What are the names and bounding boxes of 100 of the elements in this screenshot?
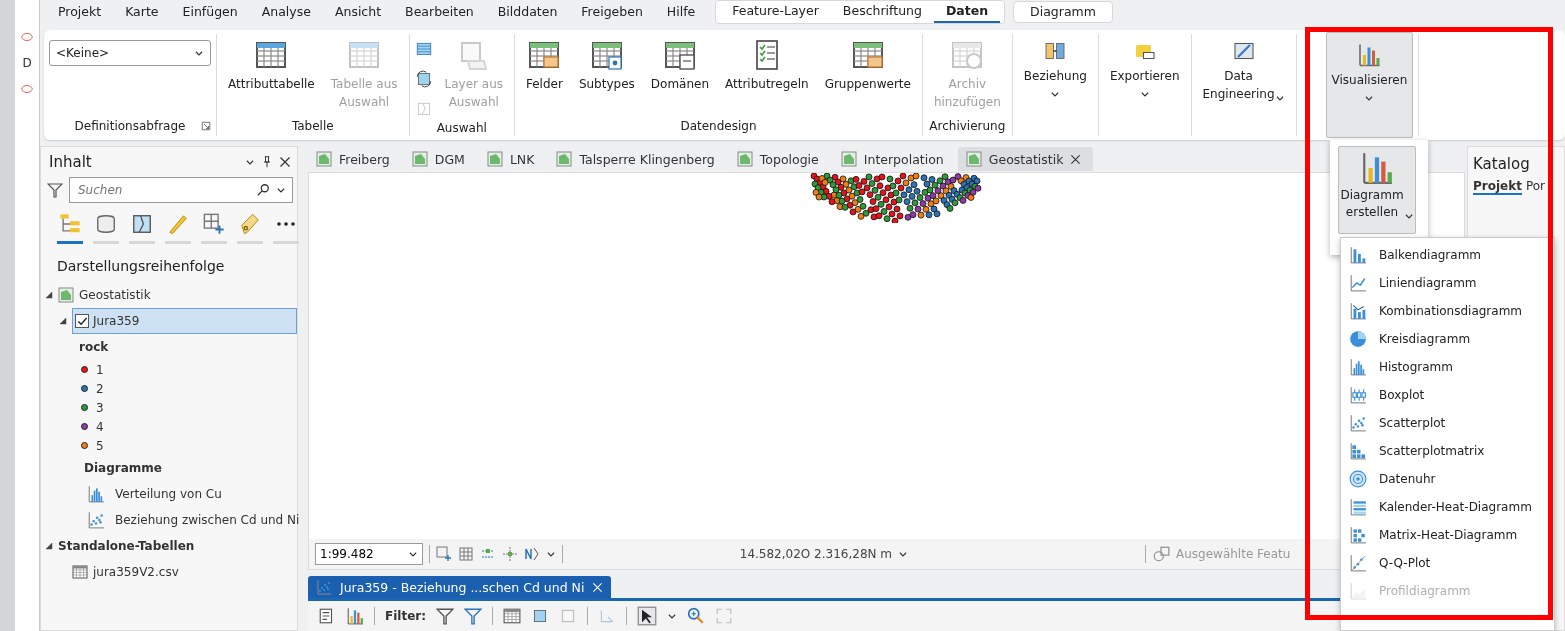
menu-tab[interactable]: Freigeben bbox=[569, 2, 655, 22]
radial-chart-icon bbox=[1349, 470, 1367, 488]
ribbon-button[interactable]: Felder bbox=[520, 34, 569, 96]
more-icon[interactable] bbox=[277, 222, 295, 226]
coordinates-readout: 14.582,02O 2.316,28N m bbox=[739, 547, 892, 561]
side-tab-label[interactable]: D bbox=[22, 56, 32, 70]
menu-tab[interactable]: Bilddaten bbox=[485, 2, 570, 22]
ribbon-button[interactable]: Attributtabelle bbox=[222, 34, 321, 96]
switch-selection-icon[interactable] bbox=[531, 607, 549, 625]
legend-field: rock bbox=[79, 340, 109, 354]
caret-icon bbox=[667, 611, 677, 621]
north-arrow-icon[interactable] bbox=[524, 546, 540, 562]
ribbon-button[interactable]: Domänen bbox=[644, 34, 715, 96]
map-layer-icon bbox=[20, 30, 34, 44]
pin-icon[interactable] bbox=[261, 156, 273, 168]
menu-tab[interactable]: Ansicht bbox=[322, 2, 394, 22]
map-icon bbox=[840, 151, 857, 167]
ribbon-button[interactable]: Visualisieren bbox=[1325, 32, 1414, 138]
map-icon bbox=[58, 287, 74, 303]
map-tab[interactable]: Geostatistik bbox=[957, 147, 1094, 171]
menu-tab[interactable]: Diagramm bbox=[1018, 2, 1108, 22]
table-icon bbox=[590, 39, 623, 71]
filter-icon[interactable] bbox=[436, 607, 454, 625]
map-name[interactable]: Geostatistik bbox=[79, 288, 151, 302]
charts-heading: Diagramme bbox=[84, 461, 162, 475]
map-icon bbox=[411, 151, 428, 167]
bar-chart-icon bbox=[1360, 151, 1394, 185]
create-chart-button[interactable]: Diagramm erstellen bbox=[1338, 146, 1416, 234]
zoom-in-icon[interactable] bbox=[687, 607, 705, 625]
histogram-icon bbox=[87, 485, 105, 503]
search-input[interactable]: Suchen bbox=[76, 182, 250, 198]
ribbon-button[interactable]: Beziehung bbox=[1017, 34, 1093, 102]
menu-tab[interactable]: Beschriftung bbox=[830, 1, 934, 23]
ribbon-button[interactable]: Subtypes bbox=[572, 34, 641, 96]
table-name[interactable]: jura359V2.csv bbox=[93, 565, 179, 579]
table-icon bbox=[663, 39, 696, 71]
grid-plus-icon bbox=[203, 213, 225, 235]
close-icon[interactable] bbox=[279, 156, 291, 168]
pie-chart-icon bbox=[1349, 330, 1367, 348]
ribbon-button[interactable]: Data Engineering bbox=[1196, 34, 1291, 106]
dialog-launcher-icon[interactable] bbox=[201, 121, 211, 131]
group-title: Datendesign bbox=[680, 119, 757, 133]
grid-icon[interactable] bbox=[458, 546, 474, 562]
caret-icon bbox=[898, 549, 908, 559]
chart-view-tab[interactable]: Jura359 - Beziehung ...schen Cd und Ni bbox=[308, 576, 612, 598]
ribbon-button[interactable]: Attributregeln bbox=[719, 34, 815, 96]
expander-icon[interactable] bbox=[45, 542, 53, 550]
checkbox[interactable] bbox=[75, 314, 89, 328]
map-tab[interactable]: DGM bbox=[403, 147, 477, 171]
filter-icon[interactable] bbox=[464, 607, 482, 625]
crosshair-icon[interactable] bbox=[502, 546, 518, 562]
map-icon bbox=[556, 151, 573, 167]
switch-selection-icon bbox=[414, 70, 433, 88]
caret-icon bbox=[194, 48, 204, 58]
options-caret-icon bbox=[245, 157, 255, 167]
menu-tab[interactable]: Projekt bbox=[46, 2, 114, 22]
legend-label: 3 bbox=[96, 400, 104, 415]
view-tab[interactable] bbox=[57, 211, 83, 244]
caret-icon bbox=[276, 185, 286, 195]
full-extent-icon bbox=[715, 607, 733, 625]
ribbon-button[interactable]: Gruppenwerte bbox=[818, 34, 917, 96]
caret-icon bbox=[1403, 211, 1414, 221]
map-tab[interactable]: Interpolation bbox=[832, 147, 956, 171]
checkmark-icon bbox=[76, 315, 88, 327]
table-icon bbox=[255, 39, 288, 71]
map-icon bbox=[316, 151, 332, 167]
menu-tab[interactable]: Hilfe bbox=[654, 2, 708, 22]
zoom-to-selection-icon bbox=[1152, 545, 1170, 563]
map-icon bbox=[965, 151, 982, 167]
filter-icon[interactable] bbox=[47, 182, 63, 198]
catalog-tab[interactable]: Por bbox=[1525, 179, 1546, 195]
chart-name[interactable]: Beziehung zwischen Cd und Ni bbox=[115, 513, 300, 527]
close-icon bbox=[592, 581, 604, 593]
pane-title: Inhalt bbox=[49, 153, 92, 171]
menu-tab[interactable]: Karte bbox=[113, 2, 171, 22]
expander-icon[interactable] bbox=[59, 317, 67, 325]
table-icon[interactable] bbox=[503, 607, 521, 625]
legend-label: 1 bbox=[96, 362, 104, 377]
calendar-clock-icon bbox=[951, 39, 984, 71]
ribbon-button[interactable]: Exportieren bbox=[1103, 34, 1186, 102]
search-field[interactable]: Suchen bbox=[69, 177, 293, 203]
map-tab[interactable]: LNK bbox=[478, 147, 547, 171]
layer-row[interactable]: Jura359 bbox=[72, 308, 297, 334]
group-name[interactable]: Standalone-Tabellen bbox=[58, 539, 195, 553]
menu-tab[interactable]: Feature-Layer bbox=[720, 1, 831, 23]
catalog-tab[interactable]: Projekt bbox=[1473, 179, 1522, 195]
scale-dropdown[interactable]: 1:99.482 bbox=[315, 543, 423, 565]
map-tab[interactable]: Talsperre Klingenberg bbox=[548, 147, 727, 171]
map-tab[interactable]: Topologie bbox=[728, 147, 831, 171]
bar-chart-icon[interactable] bbox=[346, 607, 364, 625]
definition-query-dropdown[interactable]: <Keine> bbox=[49, 40, 211, 66]
grid-plus-icon[interactable] bbox=[436, 546, 452, 562]
menu-tab[interactable]: Daten bbox=[933, 1, 1001, 23]
menu-tab[interactable]: Analyse bbox=[249, 2, 323, 22]
chart-name[interactable]: Verteilung von Cu bbox=[115, 487, 222, 501]
map-tab[interactable]: Freiberg bbox=[308, 147, 402, 171]
select-cursor-icon[interactable] bbox=[637, 606, 657, 626]
expander-icon[interactable] bbox=[45, 291, 53, 299]
menu-tab[interactable]: Einfügen bbox=[170, 2, 250, 22]
menu-tab[interactable]: Bearbeiten bbox=[393, 2, 486, 22]
